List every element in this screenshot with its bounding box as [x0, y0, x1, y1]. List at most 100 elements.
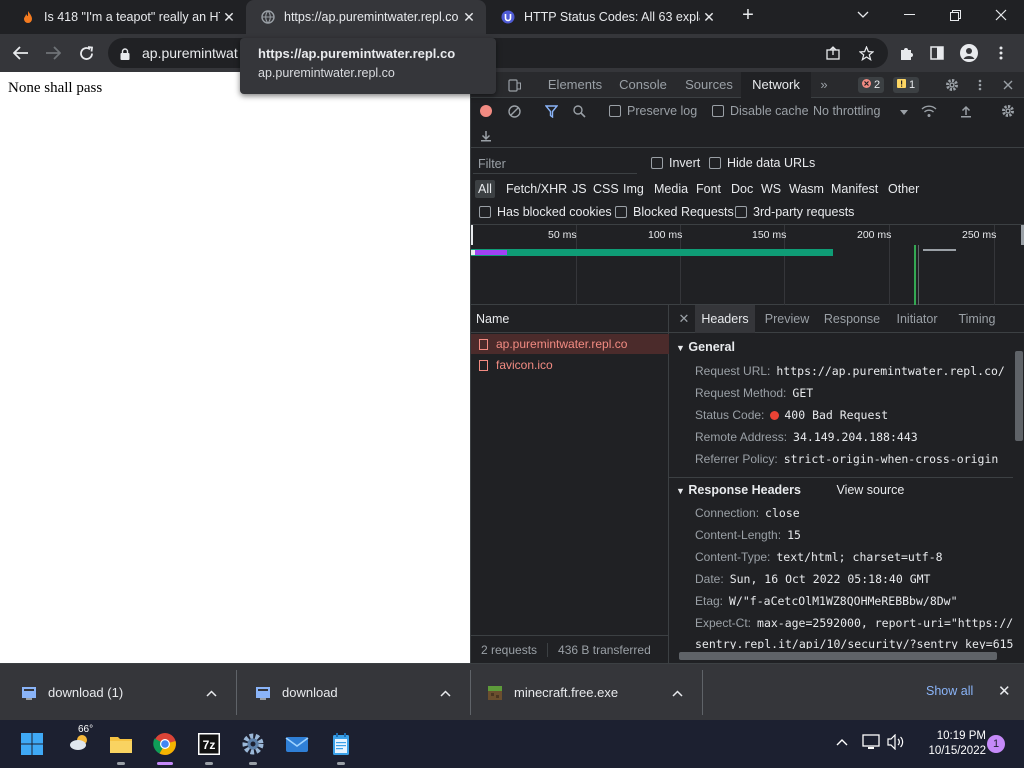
- settings-app-icon[interactable]: [239, 730, 267, 758]
- show-all-downloads-link[interactable]: Show all: [926, 684, 973, 698]
- network-settings-icon[interactable]: [999, 102, 1017, 120]
- file-explorer-icon[interactable]: [107, 730, 135, 758]
- tab-initiator[interactable]: Initiator: [887, 305, 947, 333]
- tab-http-status[interactable]: HTTP Status Codes: All 63 explain ✕: [486, 0, 726, 34]
- horizontal-scrollbar[interactable]: [669, 649, 1013, 663]
- chevron-up-icon[interactable]: [672, 685, 683, 700]
- filter-input[interactable]: Filter: [473, 154, 637, 174]
- preserve-log-checkbox[interactable]: Preserve log: [609, 104, 697, 118]
- weather-widget[interactable]: 66°: [62, 724, 98, 758]
- side-panel-icon[interactable]: [926, 42, 948, 64]
- filter-type-manifest[interactable]: Manifest: [828, 180, 881, 198]
- import-har-icon[interactable]: [957, 102, 975, 120]
- notepad-icon[interactable]: [327, 730, 355, 758]
- vertical-scrollbar[interactable]: [1013, 333, 1024, 649]
- error-count-badge[interactable]: 2: [858, 77, 885, 93]
- system-clock[interactable]: 10:19 PM 10/15/2022: [920, 729, 986, 759]
- filter-type-all[interactable]: All: [475, 180, 495, 198]
- device-toolbar-icon[interactable]: [505, 76, 523, 94]
- column-header-name[interactable]: Name: [471, 305, 669, 333]
- disable-cache-checkbox[interactable]: Disable cache: [712, 104, 809, 118]
- download-item[interactable]: minecraft.free.exe: [486, 664, 696, 721]
- tab-preview[interactable]: Preview: [757, 305, 817, 333]
- extensions-icon[interactable]: [895, 42, 917, 64]
- tab-timing[interactable]: Timing: [949, 305, 1005, 333]
- search-icon[interactable]: [570, 102, 588, 120]
- close-download-shelf-icon[interactable]: ✕: [998, 682, 1011, 700]
- forward-button[interactable]: [42, 42, 64, 64]
- tab-search-icon[interactable]: [840, 0, 886, 30]
- request-row[interactable]: favicon.ico: [471, 355, 669, 375]
- request-row[interactable]: ap.puremintwater.repl.co: [471, 334, 669, 354]
- filter-type-wasm[interactable]: Wasm: [786, 180, 827, 198]
- tab-elements[interactable]: Elements: [541, 72, 609, 98]
- filter-type-js[interactable]: JS: [569, 180, 590, 198]
- close-icon[interactable]: ✕: [460, 9, 478, 26]
- browser-menu-icon[interactable]: [990, 42, 1012, 64]
- section-general[interactable]: ▼ General: [669, 335, 1013, 359]
- back-button[interactable]: [10, 42, 32, 64]
- third-party-checkbox[interactable]: 3rd-party requests: [735, 205, 854, 219]
- filter-type-img[interactable]: Img: [620, 180, 647, 198]
- filter-funnel-icon[interactable]: [542, 102, 560, 120]
- tab-network[interactable]: Network: [741, 72, 811, 98]
- filter-type-other[interactable]: Other: [885, 180, 922, 198]
- close-details-icon[interactable]: ✕: [673, 305, 695, 333]
- filter-type-css[interactable]: CSS: [590, 180, 622, 198]
- scrollbar-thumb[interactable]: [679, 652, 997, 660]
- tab-console[interactable]: Console: [609, 72, 677, 98]
- settings-gear-icon[interactable]: [943, 76, 961, 94]
- chrome-icon[interactable]: [151, 730, 179, 758]
- record-icon[interactable]: [477, 102, 495, 120]
- hide-data-urls-checkbox[interactable]: Hide data URLs: [709, 156, 815, 170]
- export-har-icon[interactable]: [477, 126, 495, 144]
- start-windows-icon[interactable]: [18, 730, 46, 758]
- timeline-left-handle[interactable]: [471, 225, 473, 245]
- tab-sources[interactable]: Sources: [677, 72, 741, 98]
- close-icon[interactable]: ✕: [220, 9, 238, 26]
- close-icon[interactable]: ✕: [700, 9, 718, 26]
- clear-icon[interactable]: [505, 102, 523, 120]
- filter-type-fetch-xhr[interactable]: Fetch/XHR: [503, 180, 570, 198]
- show-hidden-icons-chevron-icon[interactable]: [836, 734, 848, 749]
- address-bar[interactable]: ap.puremintwat: [108, 38, 888, 68]
- seven-zip-icon[interactable]: 7z: [195, 730, 223, 758]
- new-tab-button[interactable]: +: [738, 5, 758, 26]
- tab-puremintwater[interactable]: https://ap.puremintwater.repl.co ✕: [246, 0, 486, 34]
- has-blocked-cookies-checkbox[interactable]: Has blocked cookies: [479, 205, 612, 219]
- devtools-menu-icon[interactable]: [971, 76, 989, 94]
- network-conditions-icon[interactable]: [920, 102, 938, 120]
- filter-type-ws[interactable]: WS: [758, 180, 784, 198]
- chevron-up-icon[interactable]: [206, 685, 217, 700]
- tab-headers[interactable]: Headers: [695, 305, 755, 333]
- view-source-link[interactable]: View source: [836, 483, 904, 497]
- chevron-up-icon[interactable]: [440, 685, 451, 700]
- filter-type-font[interactable]: Font: [693, 180, 724, 198]
- notification-count-badge[interactable]: 1: [987, 735, 1005, 753]
- download-item[interactable]: download (1): [20, 664, 230, 721]
- throttling-select[interactable]: No throttling: [813, 104, 909, 118]
- restore-button[interactable]: [932, 0, 978, 30]
- minimize-button[interactable]: [886, 0, 932, 30]
- profile-avatar-icon[interactable]: [958, 42, 980, 64]
- more-tabs-button[interactable]: »: [813, 72, 835, 98]
- filter-type-media[interactable]: Media: [651, 180, 691, 198]
- reload-button[interactable]: [75, 42, 97, 64]
- tab-response[interactable]: Response: [819, 305, 885, 333]
- filter-type-doc[interactable]: Doc: [728, 180, 756, 198]
- network-monitor-icon[interactable]: [862, 734, 880, 753]
- network-overview-timeline[interactable]: 50 ms 100 ms 150 ms 200 ms 250 ms: [471, 225, 1024, 305]
- tab-teapot[interactable]: Is 418 "I'm a teapot" really an HT ✕: [0, 0, 246, 34]
- scrollbar-thumb[interactable]: [1015, 351, 1023, 441]
- section-response-headers[interactable]: ▼ Response Headers View source: [669, 477, 1013, 501]
- close-window-button[interactable]: [978, 0, 1024, 30]
- bookmark-star-icon[interactable]: [855, 42, 877, 64]
- blocked-requests-checkbox[interactable]: Blocked Requests: [615, 205, 734, 219]
- close-devtools-icon[interactable]: [999, 76, 1017, 94]
- invert-checkbox[interactable]: Invert: [651, 156, 700, 170]
- download-item[interactable]: download: [254, 664, 464, 721]
- volume-speaker-icon[interactable]: [887, 733, 905, 753]
- warning-count-badge[interactable]: 1: [893, 77, 920, 93]
- share-icon[interactable]: [822, 42, 844, 64]
- mail-icon[interactable]: [283, 730, 311, 758]
